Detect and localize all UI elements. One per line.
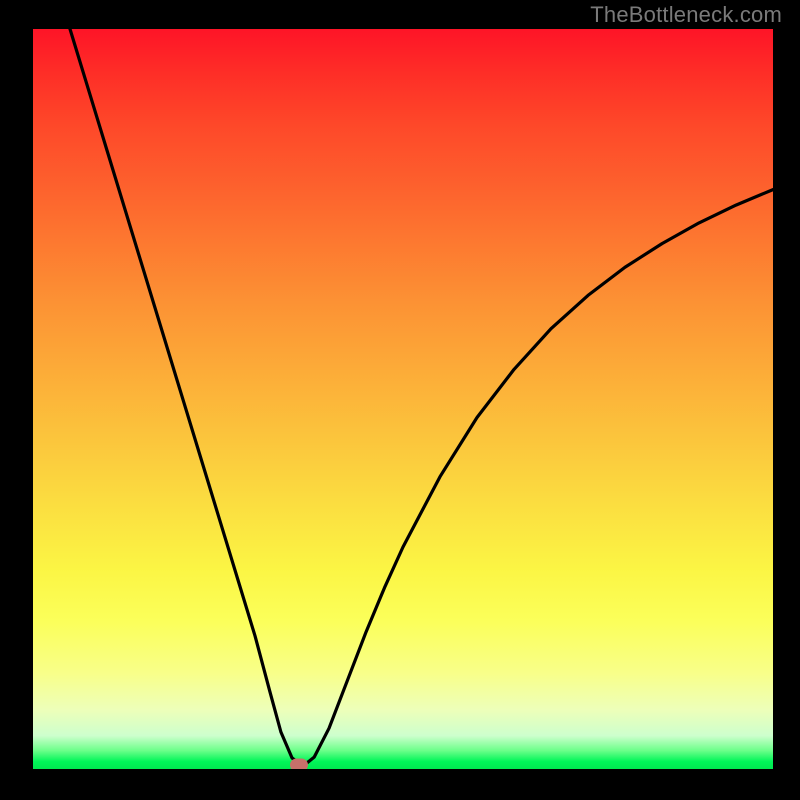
plot-area xyxy=(33,29,773,769)
curve-svg xyxy=(33,29,773,769)
bottleneck-curve xyxy=(70,29,773,766)
watermark-text: TheBottleneck.com xyxy=(590,2,782,28)
optimum-marker xyxy=(290,758,308,769)
